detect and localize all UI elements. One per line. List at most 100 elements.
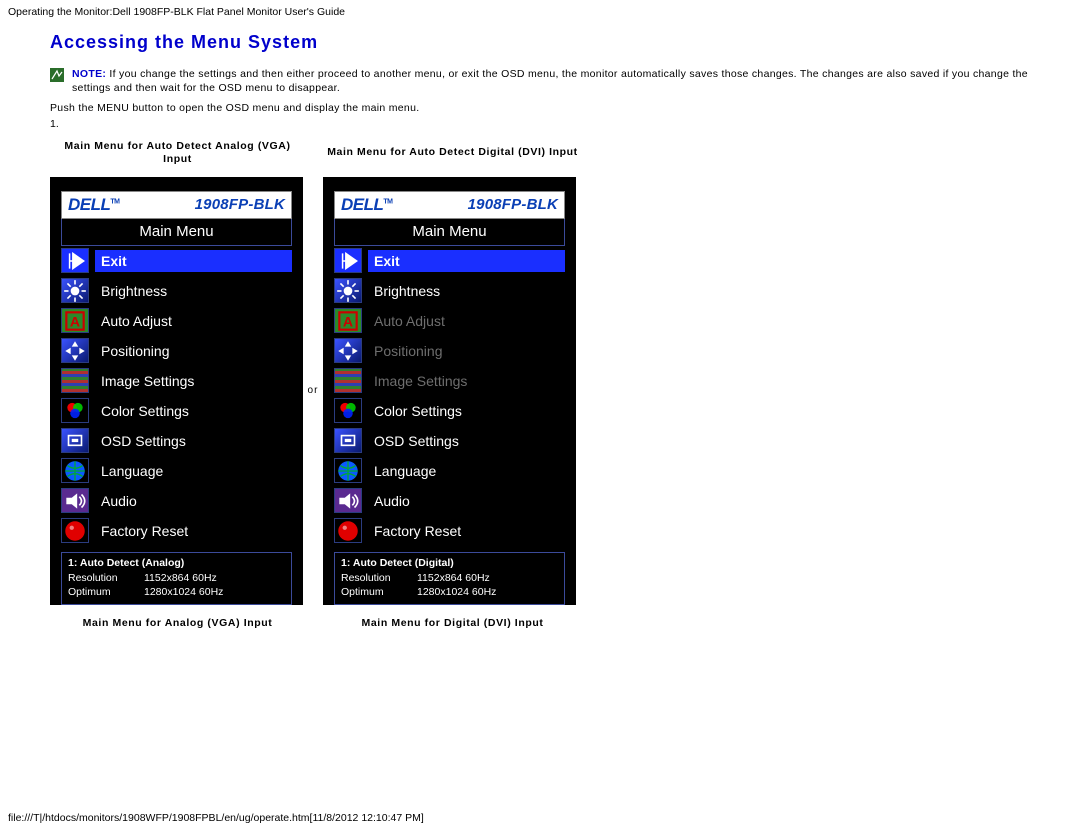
captions-row-top: Main Menu for Auto Detect Analog (VGA) I…: [50, 140, 1030, 167]
brightness-icon: [334, 278, 362, 303]
menu-label: Brightness: [95, 280, 292, 302]
status-title: 1: Auto Detect (Digital): [341, 557, 558, 569]
color-settings-icon: [334, 398, 362, 423]
menu-item-image-settings[interactable]: Image Settings: [61, 366, 292, 396]
svg-text:A: A: [343, 313, 353, 329]
image-settings-icon: [61, 368, 89, 393]
note-row: NOTE: If you change the settings and the…: [50, 67, 1030, 95]
caption-top-left: Main Menu for Auto Detect Analog (VGA) I…: [50, 140, 305, 167]
factory-reset-icon: [334, 518, 362, 543]
menu-items-analog: Exit Brightness A Auto Adjust Positionin…: [61, 246, 292, 546]
menu-item-osd-settings[interactable]: OSD Settings: [61, 426, 292, 456]
menu-item-color-settings[interactable]: Color Settings: [334, 396, 565, 426]
status-row: Resolution1152x864 60Hz: [68, 571, 285, 585]
status-row: Resolution1152x864 60Hz: [341, 571, 558, 585]
menu-item-color-settings[interactable]: Color Settings: [61, 396, 292, 426]
menu-label: Color Settings: [95, 400, 292, 422]
menu-item-language[interactable]: Language: [334, 456, 565, 486]
note-text: NOTE: If you change the settings and the…: [72, 67, 1030, 95]
menu-label: Exit: [368, 250, 565, 272]
footer-url: file:///T|/htdocs/monitors/1908WFP/1908F…: [8, 812, 424, 824]
menu-label: Factory Reset: [368, 520, 565, 542]
menu-label: Brightness: [368, 280, 565, 302]
menu-label: Language: [368, 460, 565, 482]
menu-item-factory-reset[interactable]: Factory Reset: [61, 516, 292, 546]
positioning-icon: [61, 338, 89, 363]
or-label: or: [303, 385, 323, 396]
svg-text:A: A: [70, 313, 80, 329]
menu-label: Exit: [95, 250, 292, 272]
menu-label: Audio: [95, 490, 292, 512]
factory-reset-icon: [61, 518, 89, 543]
osd-main-title: Main Menu: [61, 219, 292, 246]
language-icon: [334, 458, 362, 483]
color-settings-icon: [61, 398, 89, 423]
audio-icon: [334, 488, 362, 513]
note-label: NOTE:: [72, 68, 106, 80]
captions-row-bottom: Main Menu for Analog (VGA) Input Main Me…: [50, 617, 1030, 631]
menu-item-language[interactable]: Language: [61, 456, 292, 486]
section-heading: Accessing the Menu System: [50, 32, 1030, 53]
menu-label: OSD Settings: [368, 430, 565, 452]
osd-settings-icon: [61, 428, 89, 453]
status-title: 1: Auto Detect (Analog): [68, 557, 285, 569]
list-number: 1.: [50, 118, 1030, 130]
status-row: Optimum1280x1024 60Hz: [341, 585, 558, 599]
push-line: Push the MENU button to open the OSD men…: [50, 101, 1030, 115]
menu-item-exit[interactable]: Exit: [61, 246, 292, 276]
menu-item-osd-settings[interactable]: OSD Settings: [334, 426, 565, 456]
osd-brand-bar: DELLTM 1908FP-BLK: [61, 191, 292, 219]
exit-icon: [334, 248, 362, 273]
osd-row: DELLTM 1908FP-BLK Main Menu Exit Brightn…: [50, 177, 1030, 605]
audio-icon: [61, 488, 89, 513]
osd-main-title: Main Menu: [334, 219, 565, 246]
menu-label: Auto Adjust: [368, 310, 565, 332]
model-label: 1908FP-BLK: [195, 196, 285, 213]
menu-label: Factory Reset: [95, 520, 292, 542]
menu-items-digital: Exit Brightness A Auto Adjust Positionin…: [334, 246, 565, 546]
status-row: Optimum1280x1024 60Hz: [68, 585, 285, 599]
positioning-icon: [334, 338, 362, 363]
osd-panel-analog: DELLTM 1908FP-BLK Main Menu Exit Brightn…: [50, 177, 303, 605]
image-settings-icon: [334, 368, 362, 393]
menu-label: Audio: [368, 490, 565, 512]
menu-item-positioning: Positioning: [334, 336, 565, 366]
osd-panel-digital: DELLTM 1908FP-BLK Main Menu Exit Brightn…: [323, 177, 576, 605]
menu-label: OSD Settings: [95, 430, 292, 452]
note-icon: [50, 68, 64, 82]
auto-adjust-icon: A: [334, 308, 362, 333]
menu-label: Positioning: [95, 340, 292, 362]
menu-label: Language: [95, 460, 292, 482]
menu-item-brightness[interactable]: Brightness: [334, 276, 565, 306]
menu-item-image-settings: Image Settings: [334, 366, 565, 396]
osd-brand-bar: DELLTM 1908FP-BLK: [334, 191, 565, 219]
menu-item-factory-reset[interactable]: Factory Reset: [334, 516, 565, 546]
menu-label: Image Settings: [95, 370, 292, 392]
auto-adjust-icon: A: [61, 308, 89, 333]
menu-item-audio[interactable]: Audio: [334, 486, 565, 516]
dell-logo: DELLTM: [68, 195, 120, 215]
language-icon: [61, 458, 89, 483]
note-body: If you change the settings and then eith…: [72, 68, 1028, 94]
page-header-line: Operating the Monitor:Dell 1908FP-BLK Fl…: [0, 0, 1080, 24]
menu-label: Image Settings: [368, 370, 565, 392]
menu-item-auto-adjust[interactable]: A Auto Adjust: [61, 306, 292, 336]
status-block-analog: 1: Auto Detect (Analog) Resolution1152x8…: [61, 552, 292, 605]
model-label: 1908FP-BLK: [468, 196, 558, 213]
status-block-digital: 1: Auto Detect (Digital) Resolution1152x…: [334, 552, 565, 605]
menu-item-audio[interactable]: Audio: [61, 486, 292, 516]
menu-label: Color Settings: [368, 400, 565, 422]
menu-label: Auto Adjust: [95, 310, 292, 332]
content-area: Accessing the Menu System NOTE: If you c…: [0, 24, 1080, 630]
caption-bottom-right: Main Menu for Digital (DVI) Input: [325, 617, 580, 631]
caption-bottom-left: Main Menu for Analog (VGA) Input: [50, 617, 305, 631]
menu-item-brightness[interactable]: Brightness: [61, 276, 292, 306]
menu-item-positioning[interactable]: Positioning: [61, 336, 292, 366]
menu-item-auto-adjust: A Auto Adjust: [334, 306, 565, 336]
exit-icon: [61, 248, 89, 273]
brightness-icon: [61, 278, 89, 303]
dell-logo: DELLTM: [341, 195, 393, 215]
osd-settings-icon: [334, 428, 362, 453]
menu-label: Positioning: [368, 340, 565, 362]
menu-item-exit[interactable]: Exit: [334, 246, 565, 276]
